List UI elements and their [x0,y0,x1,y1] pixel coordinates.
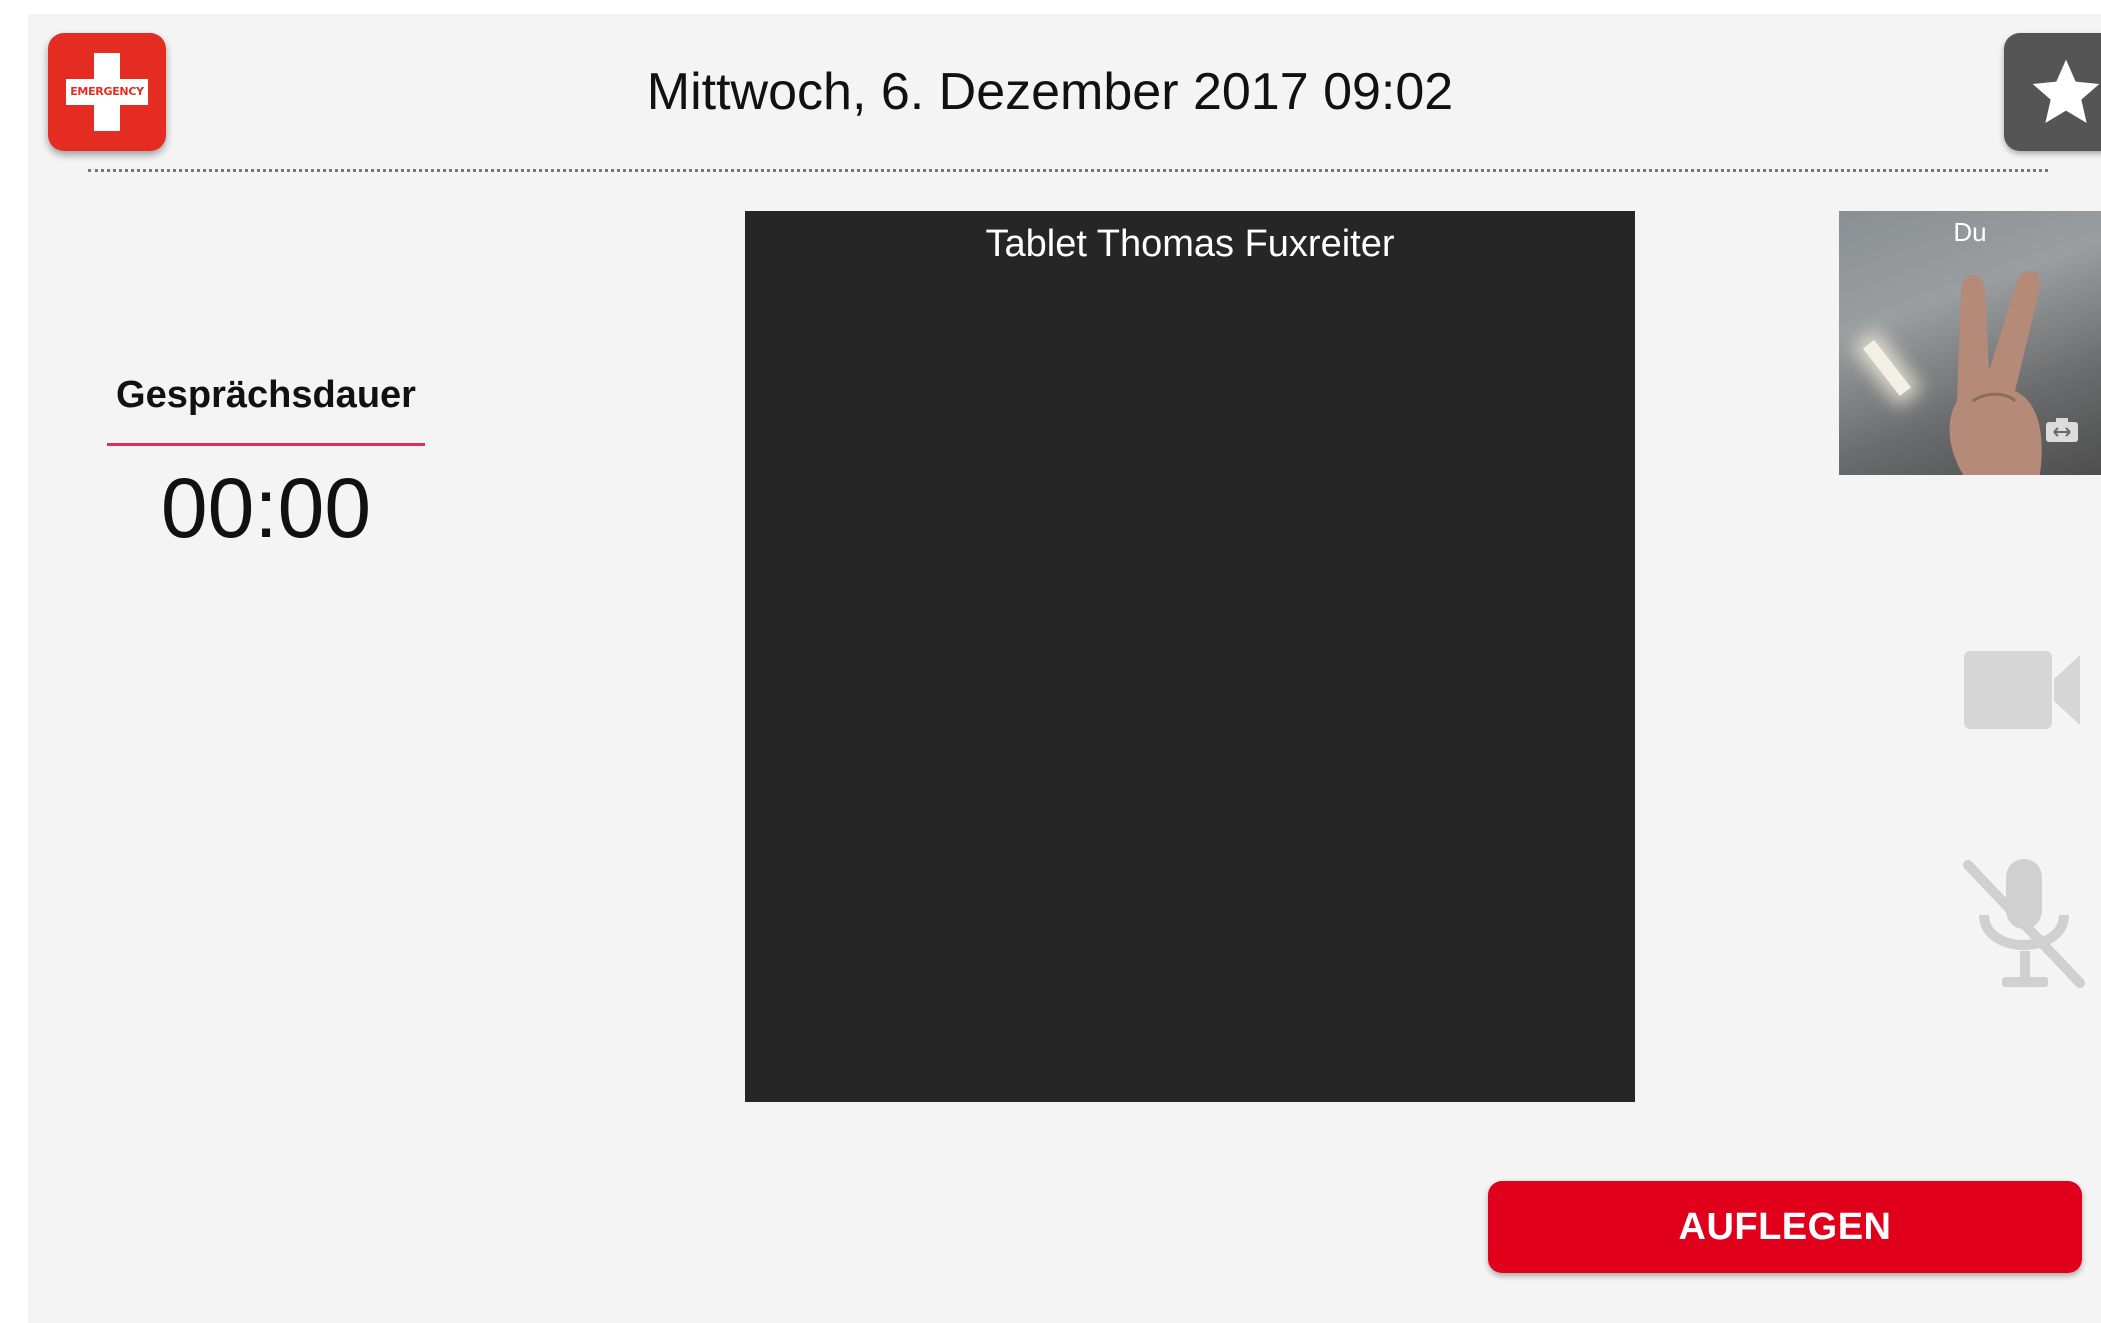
self-video-label: Du [1953,217,1987,247]
call-duration-label: Gesprächsdauer [116,374,416,416]
call-duration-timer: 00:00 [160,461,372,555]
star-icon [2032,59,2100,123]
microphone-muted-icon[interactable] [1962,855,2086,995]
switch-camera-icon[interactable] [2044,416,2080,444]
ceiling-lamp [1863,340,1911,396]
remote-caller-name: Tablet Thomas Fuxreiter [985,223,1395,265]
date-time: Mittwoch, 6. Dezember 2017 09:02 [646,63,1454,121]
remote-video-view: Tablet Thomas Fuxreiter [745,211,1635,1102]
video-camera-icon[interactable] [1960,645,2084,735]
self-video-preview[interactable]: Du [1839,211,2101,475]
favorite-button[interactable] [2004,33,2101,151]
emergency-label: EMERGENCY [70,85,144,98]
header-divider [88,169,2048,172]
emergency-button[interactable]: EMERGENCY [48,33,166,151]
duration-underline [107,443,425,446]
hangup-button[interactable]: AUFLEGEN [1488,1181,2082,1273]
